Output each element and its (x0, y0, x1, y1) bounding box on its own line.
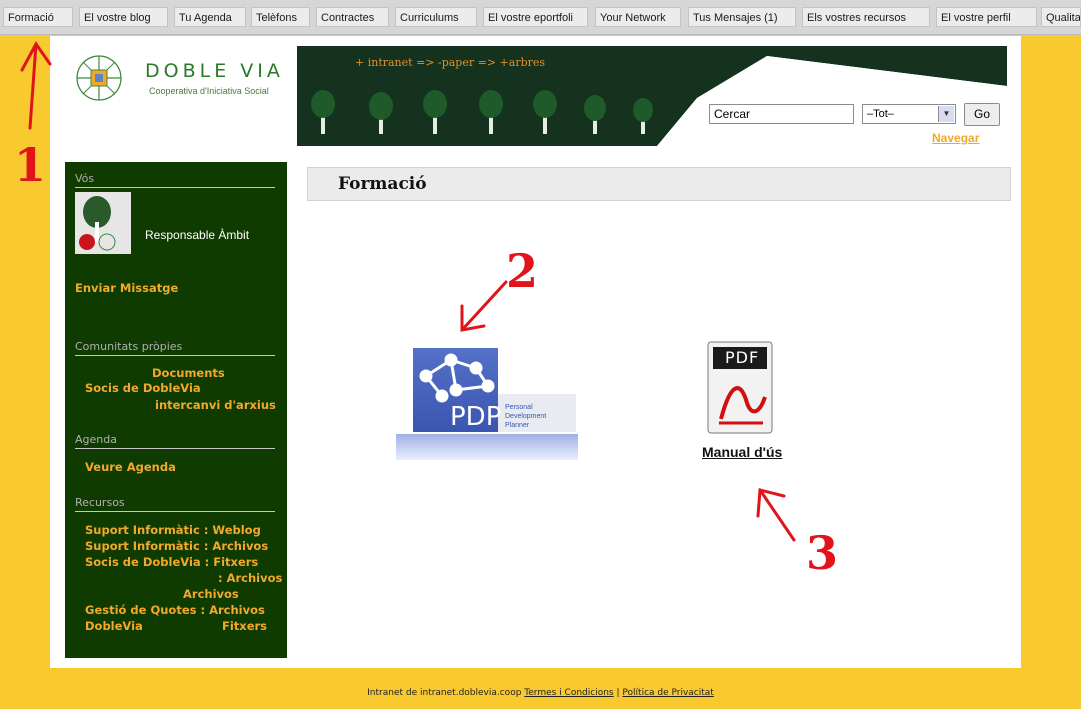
browse-link[interactable]: Navegar (932, 131, 979, 145)
tab-resources[interactable]: Els vostres recursos (802, 7, 930, 27)
page-title: Formació (338, 174, 427, 194)
annotation-3: 3 (806, 526, 839, 580)
user-role: Responsable Àmbit (145, 228, 250, 242)
view-agenda-link[interactable]: Veure Agenda (85, 460, 176, 474)
chevron-down-icon[interactable]: ▼ (938, 106, 954, 122)
banner-breadcrumb: + intranet => -paper => +arbres (355, 56, 546, 69)
logo-mark-icon (76, 55, 122, 101)
logo-tagline: Cooperativa d'Iniciativa Social (149, 86, 269, 96)
footer: Intranet de intranet.doblevia.coop Terme… (0, 688, 1081, 698)
tab-messages[interactable]: Tus Mensajes (1) (688, 7, 796, 27)
search-input[interactable]: Cercar (709, 104, 854, 124)
community-intercanvi[interactable]: intercanvi d'arxius (155, 398, 276, 412)
pdp-line1: Personal (505, 404, 533, 411)
annotation-2: 2 (506, 244, 539, 298)
footer-separator: | (616, 688, 620, 698)
tab-curriculums[interactable]: Curriculums (395, 7, 477, 27)
footer-text: Intranet de intranet.doblevia.coop (367, 688, 522, 698)
pdp-abbr: PDP (450, 402, 502, 432)
manual-link[interactable]: Manual d'ús (702, 444, 782, 460)
tab-blog[interactable]: El vostre blog (79, 7, 168, 27)
tab-eportfoli[interactable]: El vostre eportfoli (483, 7, 588, 27)
tab-profile[interactable]: El vostre perfil (936, 7, 1037, 27)
resource-doblevia[interactable]: DobleVia (85, 619, 143, 633)
terms-link[interactable]: Termes i Condicions (524, 688, 613, 698)
pdp-line2: Development (505, 413, 547, 420)
tab-formacio[interactable]: Formació (3, 7, 73, 27)
avatar-image (75, 192, 131, 254)
sidebar-heading-resources: Recursos (75, 496, 275, 512)
resource-weblog[interactable]: Suport Informàtic : Weblog (85, 523, 261, 537)
logo-brand-text: DOBLE VIA (145, 60, 284, 82)
page-title-bar: Formació (307, 167, 1011, 201)
resource-archivos-3[interactable]: Archivos (183, 587, 239, 601)
privacy-link[interactable]: Política de Privacitat (622, 688, 713, 698)
search-scope-select[interactable]: –Tot– ▼ (862, 104, 956, 124)
pdp-planner-link[interactable]: PDP Personal Development Planner (396, 346, 578, 460)
community-socis[interactable]: Socis de DobleVia (85, 381, 201, 395)
pdp-line3: Planner (505, 422, 530, 429)
pdf-manual-icon[interactable]: PDF (707, 341, 773, 434)
avatar[interactable] (75, 192, 131, 254)
sidebar-heading-communities: Comunitats pròpies (75, 340, 275, 356)
arrow-1-icon (28, 42, 38, 130)
community-documents[interactable]: Documents (152, 366, 225, 380)
sidebar-heading-agenda: Agenda (75, 433, 275, 449)
annotation-1: 1 (14, 138, 47, 192)
tab-agenda[interactable]: Tu Agenda (174, 7, 246, 27)
sidebar-heading-you: Vós (75, 172, 275, 188)
go-button[interactable]: Go (964, 103, 1000, 126)
resource-socis-fitxers[interactable]: Socis de DobleVia : Fitxers (85, 555, 258, 569)
doblevia-logo[interactable]: DOBLE VIA Cooperativa d'Iniciativa Socia… (67, 52, 287, 112)
search-scope-value: –Tot– (867, 108, 894, 120)
pdf-badge: PDF (725, 348, 760, 367)
tab-telefons[interactable]: Telèfons (251, 7, 310, 27)
tab-qualitat[interactable]: Qualitat (1041, 7, 1081, 27)
header-banner: + intranet => -paper => +arbres (297, 46, 1007, 146)
resource-archivos-2[interactable]: : Archivos (218, 571, 282, 585)
resource-quotes[interactable]: Gestió de Quotes : Archivos (85, 603, 265, 617)
tab-network[interactable]: Your Network (595, 7, 681, 27)
sidebar: Vós Responsable Àmbit Enviar Missatge Co… (65, 162, 287, 658)
resource-archivos[interactable]: Suport Informàtic : Archivos (85, 539, 268, 553)
tab-contractes[interactable]: Contractes (316, 7, 389, 27)
top-navigation-bar: Formació El vostre blog Tu Agenda Telèfo… (0, 0, 1081, 35)
resource-fitxers[interactable]: Fitxers (222, 619, 267, 633)
send-message-link[interactable]: Enviar Missatge (75, 281, 178, 295)
